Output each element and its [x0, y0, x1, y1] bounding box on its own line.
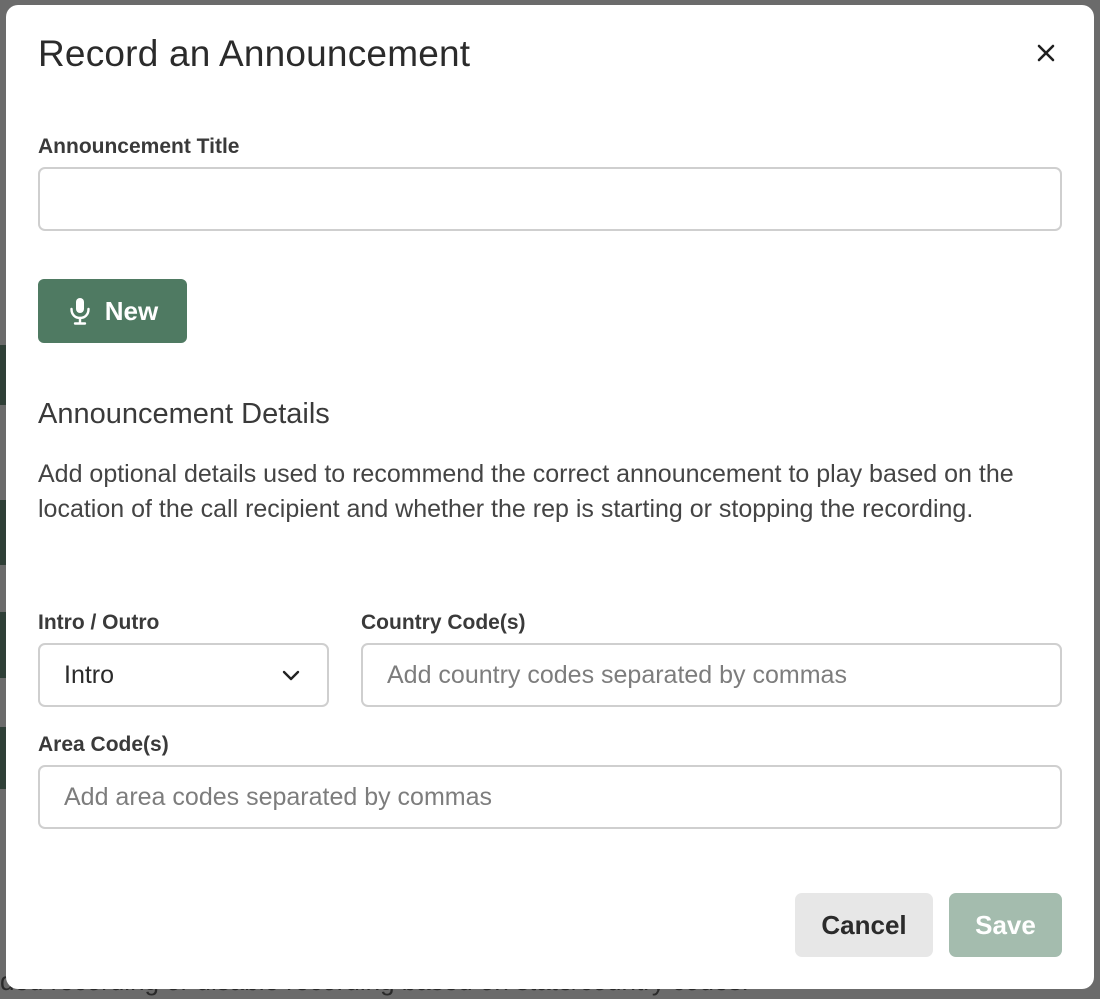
intro-outro-selected-value: Intro: [64, 660, 115, 689]
close-button[interactable]: [1028, 35, 1064, 71]
announcement-details-description: Add optional details used to recommend t…: [38, 460, 1014, 523]
close-icon: [1028, 35, 1064, 71]
cancel-button[interactable]: Cancel: [795, 893, 933, 957]
save-button[interactable]: Save: [949, 893, 1062, 957]
country-codes-input[interactable]: [361, 643, 1062, 707]
area-codes-label: Area Code(s): [38, 733, 169, 756]
modal-title: Record an Announcement: [38, 33, 471, 74]
new-recording-button[interactable]: New: [38, 279, 187, 343]
intro-outro-select[interactable]: Intro: [38, 643, 329, 707]
area-codes-input[interactable]: [38, 765, 1062, 829]
new-button-label: New: [104, 295, 159, 326]
announcement-details-title: Announcement Details: [38, 398, 330, 430]
record-announcement-modal: Record an Announcement Announcement Titl…: [6, 5, 1094, 989]
intro-outro-label: Intro / Outro: [38, 611, 160, 634]
country-codes-label: Country Code(s): [361, 611, 526, 634]
announcement-title-input[interactable]: [38, 167, 1062, 231]
chevron-down-icon: [279, 663, 303, 687]
announcement-title-label: Announcement Title: [38, 135, 240, 158]
microphone-icon: [67, 296, 93, 326]
